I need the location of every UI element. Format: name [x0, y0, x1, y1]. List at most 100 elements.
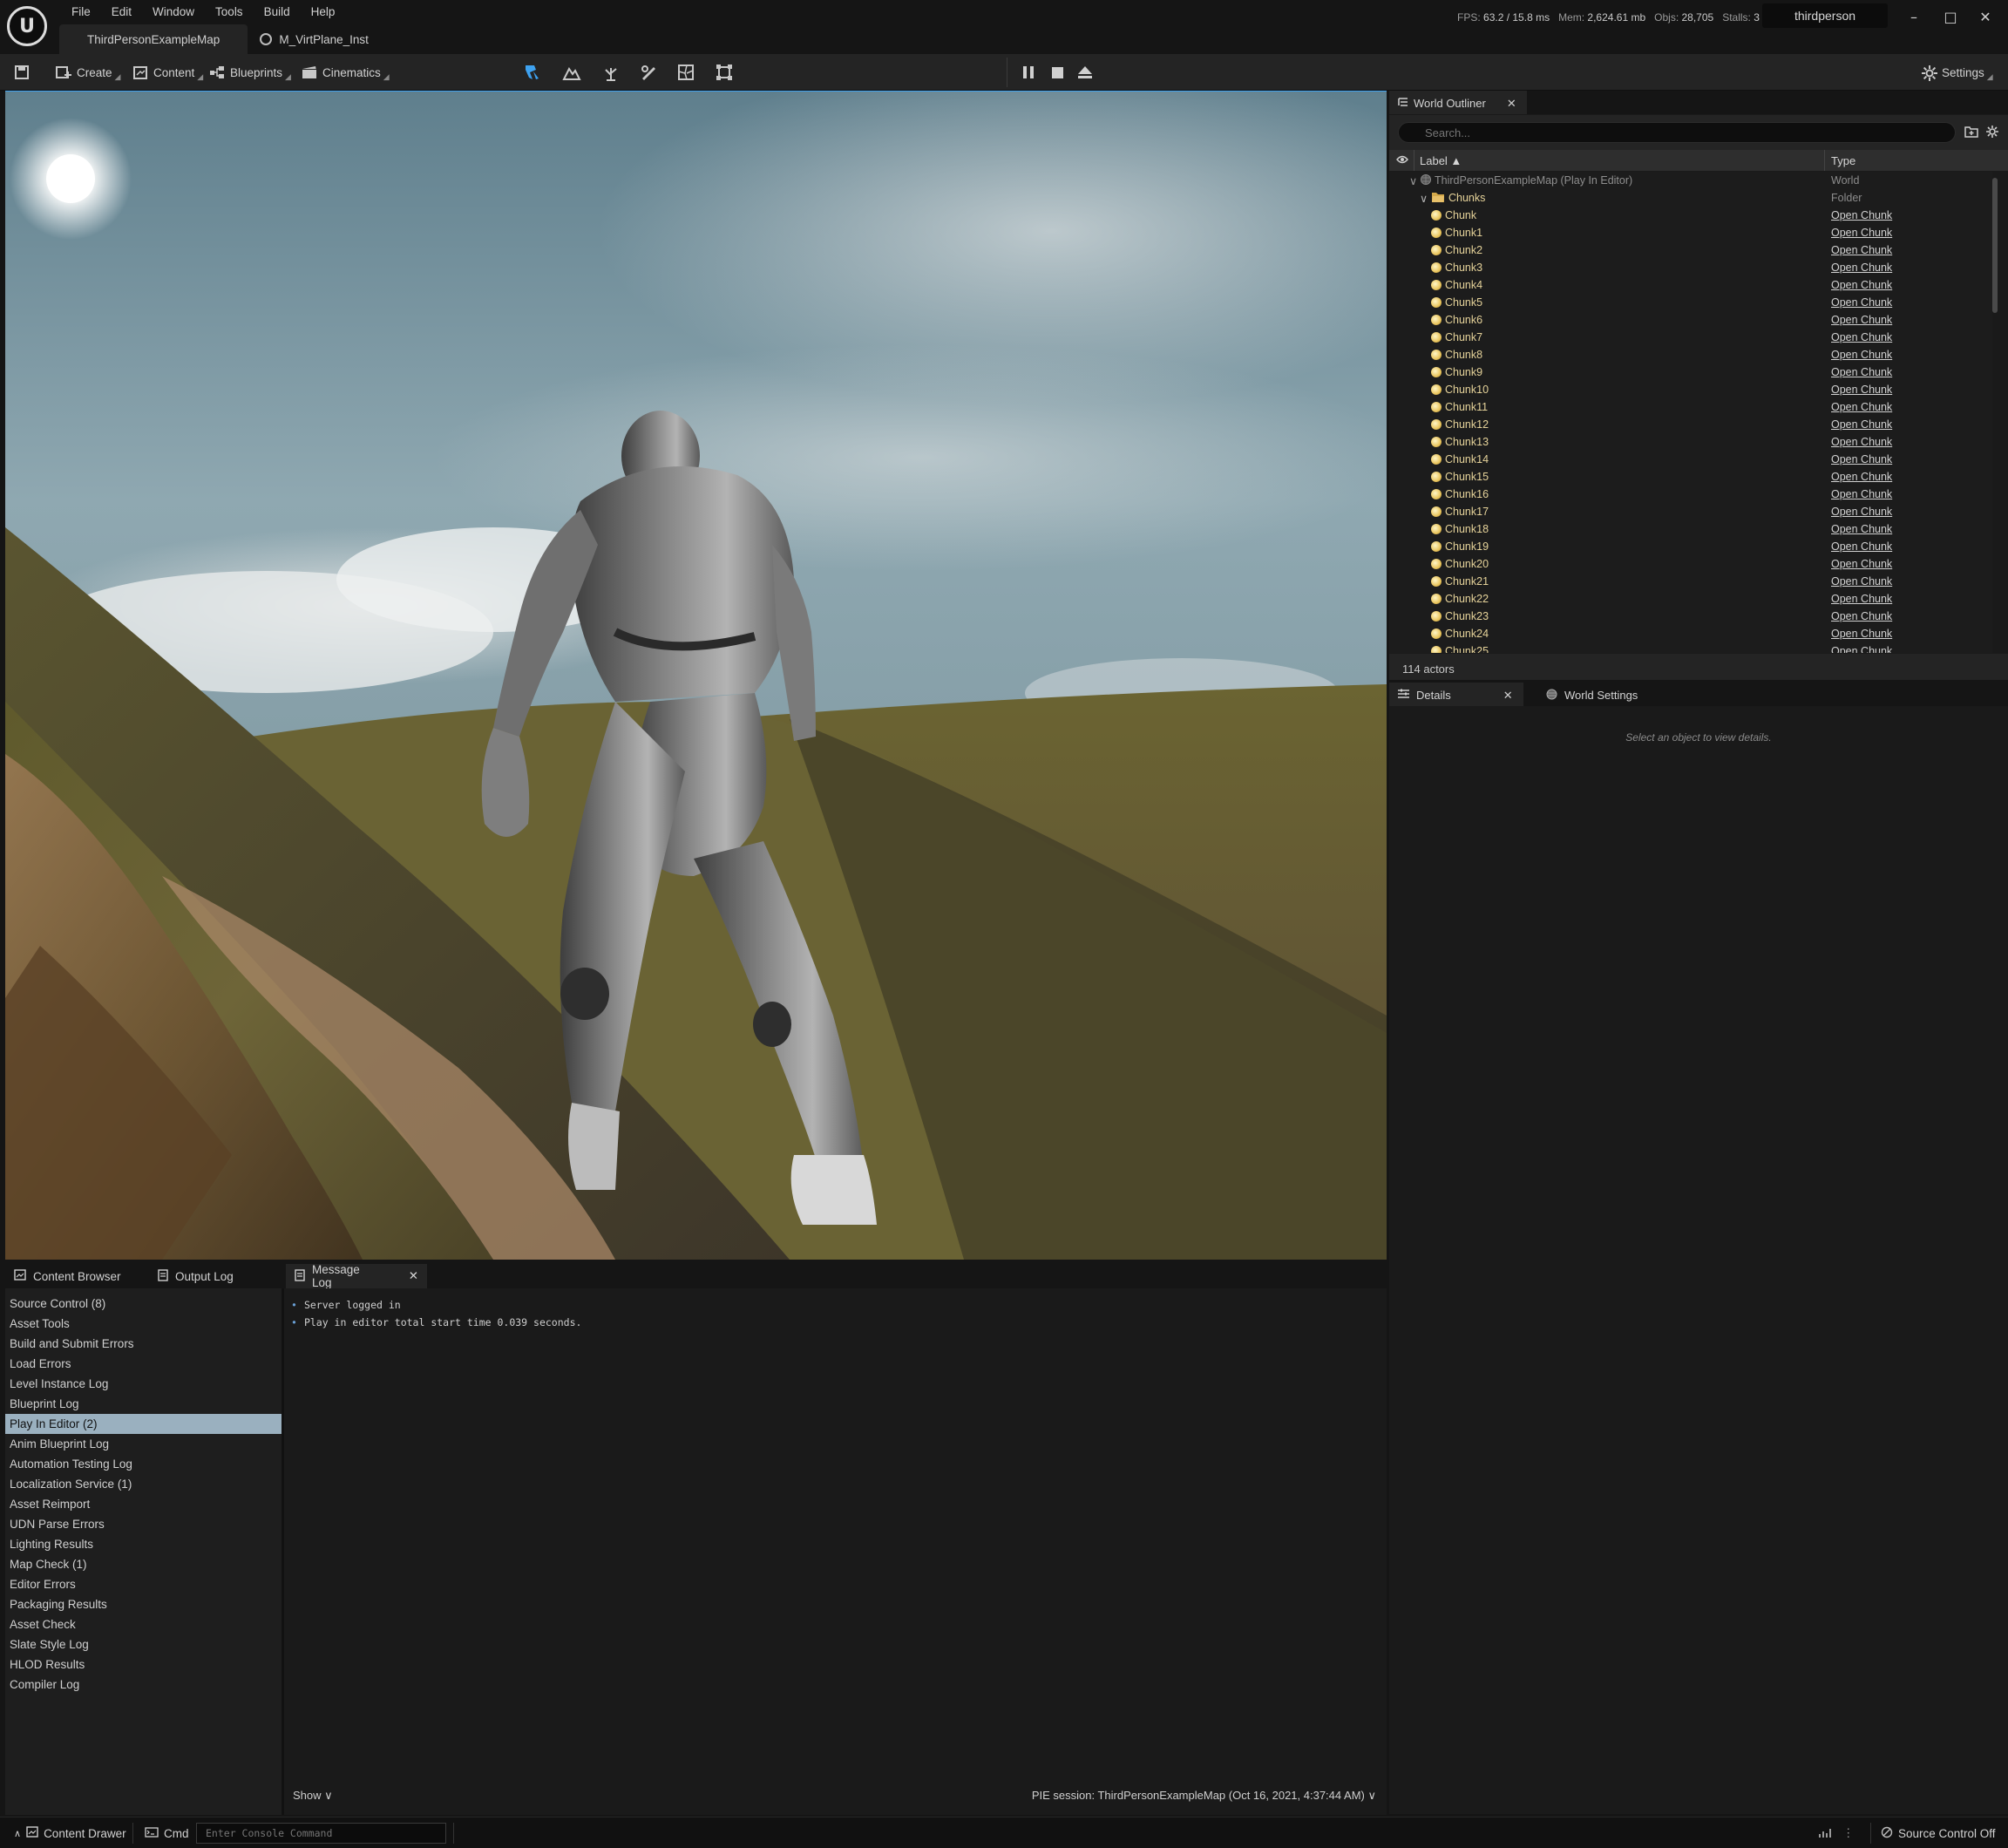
tab-world-settings[interactable]: World Settings	[1537, 683, 1649, 706]
column-type-header[interactable]: Type	[1831, 154, 1855, 167]
close-window-icon[interactable]: ✕	[1968, 3, 2003, 30]
open-chunk-link[interactable]: Open Chunk	[1831, 645, 1892, 653]
log-category-item[interactable]: Lighting Results	[5, 1534, 282, 1554]
open-chunk-link[interactable]: Open Chunk	[1831, 244, 1892, 256]
tree-row-chunk[interactable]: Chunk10 Open Chunk	[1389, 381, 1992, 398]
open-chunk-link[interactable]: Open Chunk	[1831, 593, 1892, 605]
log-category-item[interactable]: Load Errors	[5, 1354, 282, 1374]
open-chunk-link[interactable]: Open Chunk	[1831, 314, 1892, 326]
mesh-paint-mode-icon[interactable]	[635, 60, 661, 85]
open-chunk-link[interactable]: Open Chunk	[1831, 384, 1892, 396]
tree-row-chunk[interactable]: Chunk12 Open Chunk	[1389, 416, 1992, 433]
blueprints-button[interactable]: Blueprints ◢	[209, 54, 291, 91]
chevron-down-icon[interactable]: ∨	[1409, 174, 1417, 187]
tree-row-chunk[interactable]: Chunk1 Open Chunk	[1389, 224, 1992, 241]
open-chunk-link[interactable]: Open Chunk	[1831, 418, 1892, 431]
log-category-item[interactable]: Blueprint Log	[5, 1394, 282, 1414]
log-category-item[interactable]: Anim Blueprint Log	[5, 1434, 282, 1454]
close-tab-icon[interactable]: ✕	[409, 1269, 418, 1283]
settings-button[interactable]: Settings ◢	[1921, 54, 1993, 91]
open-chunk-link[interactable]: Open Chunk	[1831, 488, 1892, 500]
tab-level-map[interactable]: ThirdPersonExampleMap	[59, 24, 248, 54]
log-category-item[interactable]: Level Instance Log	[5, 1374, 282, 1394]
open-chunk-link[interactable]: Open Chunk	[1831, 540, 1892, 553]
outliner-scrollbar[interactable]	[1992, 178, 1998, 313]
console-command-input[interactable]	[196, 1823, 446, 1844]
open-chunk-link[interactable]: Open Chunk	[1831, 401, 1892, 413]
tab-content-browser[interactable]: Content Browser	[5, 1264, 130, 1288]
menu-tools[interactable]: Tools	[205, 3, 254, 24]
menu-edit[interactable]: Edit	[101, 3, 142, 24]
content-button[interactable]: Content ◢	[132, 54, 203, 91]
tree-row-chunk[interactable]: Chunk17 Open Chunk	[1389, 503, 1992, 520]
tree-row-chunk[interactable]: Chunk18 Open Chunk	[1389, 520, 1992, 538]
open-chunk-link[interactable]: Open Chunk	[1831, 349, 1892, 361]
tree-row-chunk[interactable]: Chunk23 Open Chunk	[1389, 608, 1992, 625]
tab-output-log[interactable]: Output Log	[149, 1264, 242, 1288]
tree-row-chunk[interactable]: Chunk15 Open Chunk	[1389, 468, 1992, 486]
open-chunk-link[interactable]: Open Chunk	[1831, 296, 1892, 309]
log-category-item[interactable]: Source Control (8)	[5, 1294, 282, 1314]
tree-row-chunk[interactable]: Chunk11 Open Chunk	[1389, 398, 1992, 416]
log-category-item[interactable]: Build and Submit Errors	[5, 1334, 282, 1354]
open-chunk-link[interactable]: Open Chunk	[1831, 366, 1892, 378]
log-category-item[interactable]: Asset Reimport	[5, 1494, 282, 1514]
open-chunk-link[interactable]: Open Chunk	[1831, 436, 1892, 448]
content-drawer-button[interactable]: ∧ Content Drawer	[14, 1817, 126, 1848]
close-tab-icon[interactable]: ✕	[1507, 97, 1516, 111]
tree-row-chunk[interactable]: Chunk6 Open Chunk	[1389, 311, 1992, 329]
outliner-search-input[interactable]	[1398, 122, 1956, 143]
tab-material-instance[interactable]: M_VirtPlane_Inst	[251, 24, 377, 54]
tree-row-folder[interactable]: ∨ Chunks Folder	[1389, 189, 1992, 207]
more-options-icon[interactable]: ⋮	[1842, 1817, 1855, 1848]
tree-row-chunk[interactable]: Chunk Open Chunk	[1389, 207, 1992, 224]
minimize-icon[interactable]: –	[1896, 3, 1931, 30]
open-chunk-link[interactable]: Open Chunk	[1831, 453, 1892, 465]
log-category-item[interactable]: Map Check (1)	[5, 1554, 282, 1574]
level-viewport[interactable]	[5, 92, 1387, 1260]
open-chunk-link[interactable]: Open Chunk	[1831, 227, 1892, 239]
open-chunk-link[interactable]: Open Chunk	[1831, 209, 1892, 221]
cinematics-button[interactable]: Cinematics ◢	[302, 54, 390, 91]
open-chunk-link[interactable]: Open Chunk	[1831, 628, 1892, 640]
unreal-logo-icon[interactable]: U	[7, 6, 47, 46]
source-control-button[interactable]: Source Control Off	[1881, 1817, 1996, 1848]
chevron-down-icon[interactable]: ∨	[1420, 192, 1428, 205]
tree-row-chunk[interactable]: Chunk8 Open Chunk	[1389, 346, 1992, 363]
tree-row-chunk[interactable]: Chunk7 Open Chunk	[1389, 329, 1992, 346]
tree-row-chunk[interactable]: Chunk14 Open Chunk	[1389, 451, 1992, 468]
fracture-mode-icon[interactable]	[673, 60, 699, 85]
open-chunk-link[interactable]: Open Chunk	[1831, 610, 1892, 622]
column-label-header[interactable]: Label ▲	[1420, 154, 1462, 167]
log-category-item[interactable]: Editor Errors	[5, 1574, 282, 1594]
add-folder-icon[interactable]	[1964, 126, 1978, 142]
open-chunk-link[interactable]: Open Chunk	[1831, 523, 1892, 535]
log-category-item[interactable]: Slate Style Log	[5, 1634, 282, 1654]
menu-file[interactable]: File	[61, 3, 101, 24]
open-chunk-link[interactable]: Open Chunk	[1831, 558, 1892, 570]
tree-row-chunk[interactable]: Chunk2 Open Chunk	[1389, 241, 1992, 259]
maximize-icon[interactable]: □	[1933, 3, 1968, 30]
select-mode-icon[interactable]	[519, 60, 546, 85]
show-filter-button[interactable]: Show ∨	[293, 1789, 333, 1803]
create-button[interactable]: Create ◢	[56, 54, 120, 91]
gear-icon[interactable]	[1985, 125, 1999, 143]
log-category-item[interactable]: Asset Tools	[5, 1314, 282, 1334]
derived-data-icon[interactable]	[1818, 1817, 1832, 1848]
modeling-mode-icon[interactable]	[711, 60, 737, 85]
log-category-item[interactable]: Asset Check	[5, 1614, 282, 1634]
log-category-item[interactable]: Packaging Results	[5, 1594, 282, 1614]
tree-row-chunk[interactable]: Chunk21 Open Chunk	[1389, 573, 1992, 590]
landscape-mode-icon[interactable]	[559, 60, 585, 85]
tree-row-chunk[interactable]: Chunk5 Open Chunk	[1389, 294, 1992, 311]
log-category-item[interactable]: UDN Parse Errors	[5, 1514, 282, 1534]
tree-row-chunk[interactable]: Chunk19 Open Chunk	[1389, 538, 1992, 555]
log-category-item[interactable]: Compiler Log	[5, 1675, 282, 1695]
tree-row-chunk[interactable]: Chunk25 Open Chunk	[1389, 642, 1992, 653]
tree-row-chunk[interactable]: Chunk24 Open Chunk	[1389, 625, 1992, 642]
log-category-item[interactable]: Automation Testing Log	[5, 1454, 282, 1474]
log-category-item[interactable]: HLOD Results	[5, 1654, 282, 1675]
tree-row-chunk[interactable]: Chunk16 Open Chunk	[1389, 486, 1992, 503]
menu-build[interactable]: Build	[254, 3, 301, 24]
tab-world-outliner[interactable]: World Outliner ✕	[1389, 91, 1527, 114]
